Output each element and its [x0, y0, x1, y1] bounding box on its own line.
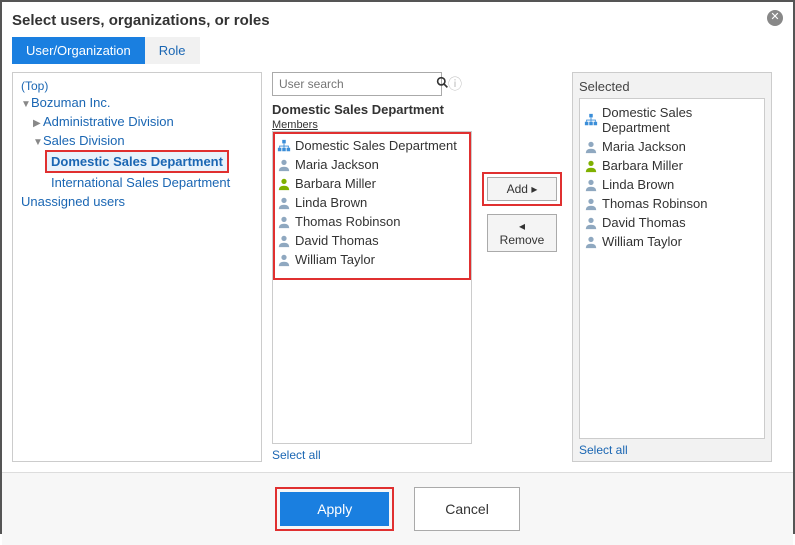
list-item[interactable]: Domestic Sales Department [277, 136, 467, 155]
list-item[interactable]: Domestic Sales Department [584, 103, 760, 137]
members-list: Domestic Sales Department Maria Jackson Ba… [272, 131, 472, 444]
info-icon[interactable]: ⓘ [448, 74, 462, 94]
tab-role[interactable]: Role [145, 37, 200, 64]
close-icon[interactable]: ✕ [767, 10, 783, 26]
list-item[interactable]: William Taylor [584, 232, 760, 251]
dialog-footer: Apply Cancel [2, 472, 793, 545]
list-item[interactable]: Maria Jackson [277, 155, 467, 174]
list-item[interactable]: Linda Brown [584, 175, 760, 194]
list-item-label: David Thomas [295, 233, 379, 248]
remove-button[interactable]: ◂ Remove [487, 214, 557, 252]
members-dept-title: Domestic Sales Department [272, 102, 472, 117]
list-item-label: Barbara Miller [602, 158, 683, 173]
tree-admin-division[interactable]: ▶Administrative Division [21, 112, 253, 131]
user-icon [584, 216, 598, 230]
list-item-label: Domestic Sales Department [602, 105, 760, 135]
tabs: User/Organization Role [12, 37, 783, 64]
list-item-label: Maria Jackson [295, 157, 379, 172]
main-content: (Top) ▼Bozuman Inc. ▶Administrative Divi… [12, 72, 783, 462]
caret-down-icon: ▼ [33, 137, 43, 148]
user-icon [277, 215, 291, 229]
selected-list: Domestic Sales Department Maria Jackson Ba… [579, 98, 765, 439]
list-item[interactable]: Thomas Robinson [277, 212, 467, 231]
list-item[interactable]: William Taylor [277, 250, 467, 269]
user-icon [277, 234, 291, 248]
user-icon [277, 177, 291, 191]
user-icon [584, 197, 598, 211]
org-icon [584, 113, 598, 127]
list-item[interactable]: Linda Brown [277, 193, 467, 212]
list-item-label: Domestic Sales Department [295, 138, 457, 153]
members-panel: ⓘ Domestic Sales Department Members Dome… [272, 72, 472, 462]
caret-down-icon: ▼ [21, 99, 31, 110]
highlight-apply: Apply [275, 487, 394, 531]
list-item[interactable]: Thomas Robinson [584, 194, 760, 213]
org-icon [277, 139, 291, 153]
tab-user-organization[interactable]: User/Organization [12, 37, 145, 64]
add-button[interactable]: Add ▸ [487, 177, 557, 201]
search-input[interactable] [277, 76, 436, 92]
user-icon [277, 158, 291, 172]
tree-unassigned-users[interactable]: Unassigned users [21, 192, 253, 211]
cancel-button[interactable]: Cancel [414, 487, 520, 531]
user-icon [277, 253, 291, 267]
tree-international-sales[interactable]: International Sales Department [21, 173, 253, 192]
list-item-label: Barbara Miller [295, 176, 376, 191]
list-item[interactable]: David Thomas [584, 213, 760, 232]
list-item-label: David Thomas [602, 215, 686, 230]
selected-panel: Selected Domestic Sales Department Maria … [572, 72, 772, 462]
list-item[interactable]: Barbara Miller [277, 174, 467, 193]
tree-org-root[interactable]: ▼Bozuman Inc. [21, 93, 253, 112]
members-label: Members [272, 119, 472, 131]
list-item-label: Maria Jackson [602, 139, 686, 154]
list-item-label: Linda Brown [295, 195, 367, 210]
user-icon [584, 140, 598, 154]
user-icon [584, 178, 598, 192]
selected-select-all[interactable]: Select all [579, 443, 765, 457]
user-icon [277, 196, 291, 210]
search-row: ⓘ [272, 72, 472, 96]
list-item-label: Linda Brown [602, 177, 674, 192]
tree-top-label[interactable]: (Top) [21, 79, 253, 93]
user-icon [584, 235, 598, 249]
caret-right-icon: ▶ [33, 118, 43, 129]
dialog: ✕ Select users, organizations, or roles … [0, 0, 795, 534]
caret-right-icon: ▸ [531, 182, 537, 196]
apply-button[interactable]: Apply [280, 492, 389, 526]
user-icon [584, 159, 598, 173]
members-select-all[interactable]: Select all [272, 448, 472, 462]
list-item-label: Thomas Robinson [602, 196, 708, 211]
list-item-label: Thomas Robinson [295, 214, 401, 229]
highlight-domestic-sales: Domestic Sales Department [45, 150, 229, 173]
transfer-buttons: Add ▸ ◂ Remove [482, 72, 562, 462]
org-tree-panel: (Top) ▼Bozuman Inc. ▶Administrative Divi… [12, 72, 262, 462]
dialog-title: Select users, organizations, or roles [12, 12, 783, 29]
tree-domestic-sales[interactable]: Domestic Sales Department [47, 152, 227, 171]
list-item[interactable]: Barbara Miller [584, 156, 760, 175]
search-input-wrapper[interactable] [272, 72, 442, 96]
tree-sales-division[interactable]: ▼Sales Division [21, 131, 253, 150]
highlight-add: Add ▸ [482, 172, 562, 206]
list-item-label: William Taylor [602, 234, 682, 249]
list-item[interactable]: Maria Jackson [584, 137, 760, 156]
selected-title: Selected [579, 77, 765, 98]
caret-left-icon: ◂ [519, 219, 525, 233]
list-item-label: William Taylor [295, 252, 375, 267]
list-item[interactable]: David Thomas [277, 231, 467, 250]
